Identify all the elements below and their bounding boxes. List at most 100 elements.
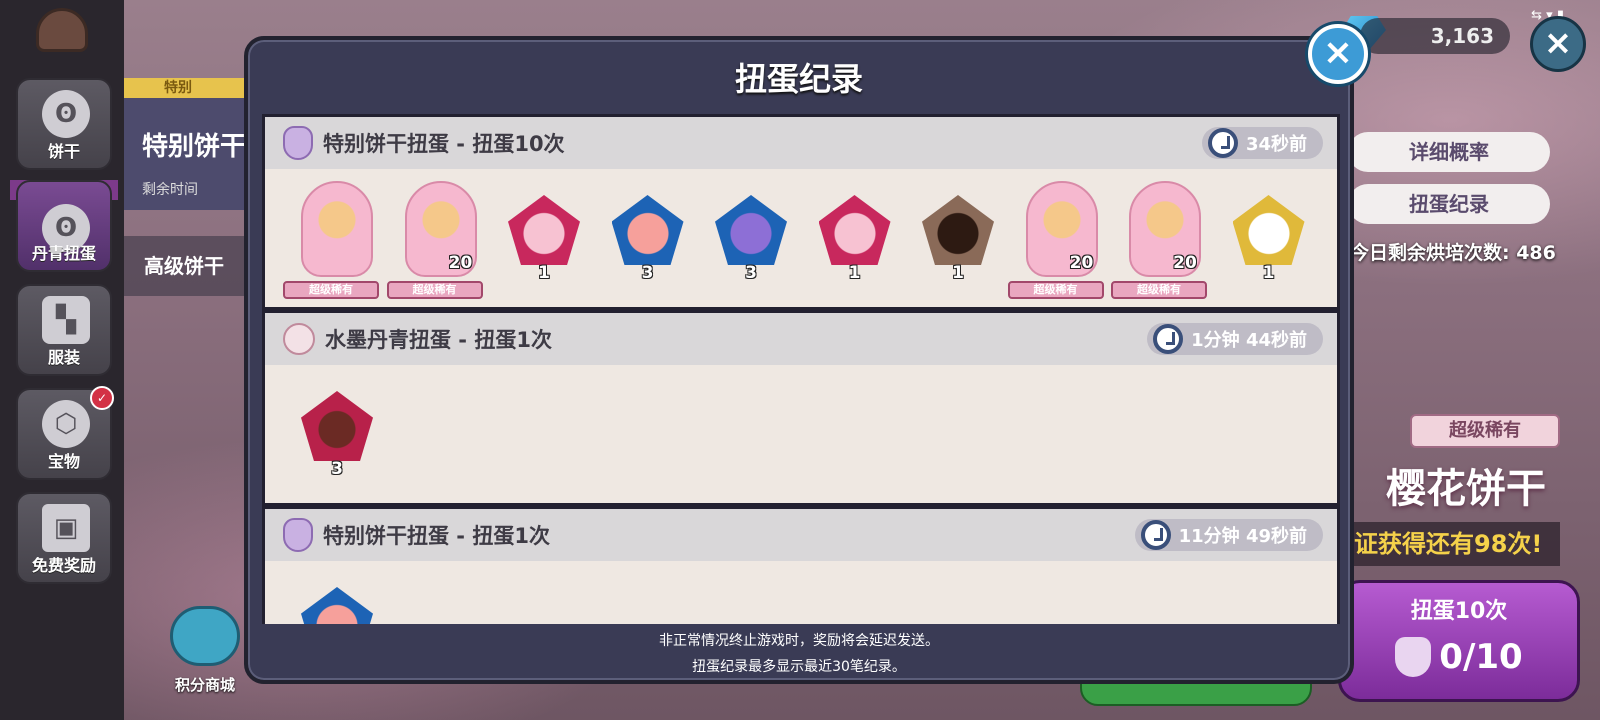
record-time-text: 1分钟 44秒前 (1191, 330, 1307, 351)
sidebar-item-label: 丹青扭蛋 (31, 244, 96, 263)
reward-cookie[interactable]: 20 超级稀有 (1007, 181, 1112, 301)
soulstone-gem-icon (301, 391, 373, 461)
reward-soulstone[interactable] (287, 573, 387, 624)
cookie-face-icon: ʘ (42, 90, 90, 138)
reward-cookie[interactable]: 20 超级稀有 (1111, 181, 1215, 301)
rarity-tag: 超级稀有 (1111, 281, 1207, 299)
rarity-tag: 超级稀有 (1007, 281, 1104, 299)
close-icon[interactable]: × (1530, 16, 1586, 72)
sidebar-item-cookies[interactable]: ʘ 饼干 (16, 78, 112, 170)
record-title: 特别饼干扭蛋 - 扭蛋10次 (323, 132, 565, 156)
reward-cookie[interactable]: 20 超级稀有 (386, 181, 491, 301)
reward-soulstone[interactable]: 1 (908, 181, 1008, 301)
reward-quantity: 1 (952, 263, 964, 283)
shirt-icon: ▚ (42, 296, 90, 344)
modal-close-icon[interactable]: × (1308, 24, 1368, 84)
reward-quantity: 1 (848, 263, 861, 283)
guarantee-counter: 证获得还有98次! (1348, 522, 1560, 566)
reward-soulstone[interactable]: 3 (701, 181, 801, 301)
modal-footer: 非正常情况终止游戏时，奖励将会延迟发送。 扭蛋纪录最多显示最近30笔纪录。 (248, 624, 1350, 676)
record-time-text: 11分钟 49秒前 (1178, 526, 1307, 547)
gacha-log-button[interactable]: 扭蛋纪录 (1348, 184, 1550, 224)
sidebar-item-ink-gacha[interactable]: ʘ 丹青扭蛋 (16, 180, 112, 272)
gacha-ticket-icon (283, 518, 313, 552)
gacha-ticket-icon (1395, 637, 1432, 677)
featured-cookie-name: 樱花饼干 (1386, 466, 1546, 512)
record-header: 特别饼干扭蛋 - 扭蛋10次 34秒前 (265, 117, 1337, 169)
gacha-log-modal: 扭蛋纪录 特别饼干扭蛋 - 扭蛋10次 34秒前 超级稀有 20 超级稀有 1 3 3 1 1… (244, 36, 1354, 684)
reward-quantity: 3 (641, 263, 654, 283)
record-time-text: 34秒前 (1245, 134, 1307, 155)
footer-notice-1: 非正常情况终止游戏时，奖励将会延迟发送。 (659, 633, 939, 649)
reward-soulstone[interactable]: 3 (598, 181, 698, 301)
record-time: 34秒前 (1201, 127, 1323, 159)
soulstone-gem-icon (1232, 195, 1305, 265)
pull-10-button[interactable]: 扭蛋10次 0/10 (1338, 580, 1580, 702)
crystal-count: 3,163 (1360, 18, 1510, 54)
reward-quantity: 20 (1173, 253, 1197, 273)
sidebar-item-costumes[interactable]: ▚ 服装 (16, 284, 112, 376)
footer-notice-2: 扭蛋纪录最多显示最近30笔纪录。 (692, 659, 906, 675)
sidebar-item-label: 宝物 (47, 452, 80, 471)
record-items: 3 (265, 365, 1337, 505)
detail-rates-button[interactable]: 详细概率 (1348, 132, 1550, 172)
reward-quantity: 3 (331, 459, 343, 479)
reward-quantity: 1 (538, 263, 550, 283)
record-title: 水墨丹青扭蛋 - 扭蛋1次 (325, 328, 552, 352)
pull-count: 0/10 (1439, 637, 1523, 677)
reward-soulstone[interactable]: 1 (494, 181, 594, 301)
soulstone-gem-icon (715, 195, 787, 265)
reward-quantity: 20 (1069, 253, 1094, 273)
record-items (265, 561, 1337, 624)
premium-cookie-panel[interactable]: 高级饼干 (124, 236, 254, 296)
record-title: 特别饼干扭蛋 - 扭蛋1次 (323, 524, 550, 548)
ink-flower-icon (283, 323, 315, 355)
gift-icon: ▣ (42, 504, 90, 552)
points-shop-label: 积分商城 (174, 676, 235, 694)
clock-icon (1153, 324, 1184, 354)
pig-icon (170, 606, 240, 666)
clock-icon (1207, 128, 1238, 158)
sidebar-item-free-rewards[interactable]: ▣ 免费奖励 (16, 492, 112, 584)
gacha-record: 特别饼干扭蛋 - 扭蛋1次 11分钟 49秒前 (262, 506, 1340, 624)
reward-quantity: 1 (1262, 263, 1275, 283)
soulstone-gem-icon (611, 195, 684, 265)
soulstone-gem-icon (818, 195, 891, 265)
reward-cookie[interactable]: 超级稀有 (283, 181, 387, 301)
reward-quantity: 3 (745, 263, 757, 283)
record-time: 1分钟 44秒前 (1147, 323, 1323, 355)
gacha-record: 水墨丹青扭蛋 - 扭蛋1次 1分钟 44秒前 3 (262, 310, 1340, 506)
rarity-tag: 超级稀有 (283, 281, 379, 299)
oven-icon[interactable] (36, 8, 88, 52)
pull-label: 扭蛋10次 (1410, 599, 1508, 624)
reward-quantity: 20 (448, 253, 473, 273)
remaining-time-label: 剩余时间 (142, 182, 198, 198)
notification-heart-icon: ✓ (90, 386, 114, 410)
cherry-blossom-cookie-icon (301, 181, 373, 277)
gacha-record: 特别饼干扭蛋 - 扭蛋10次 34秒前 超级稀有 20 超级稀有 1 3 3 1 1 20 超级稀… (262, 114, 1340, 310)
sidebar-item-label: 饼干 (47, 142, 80, 161)
record-header: 水墨丹青扭蛋 - 扭蛋1次 1分钟 44秒前 (265, 313, 1337, 365)
sidebar: ʘ 饼干 活动 ʘ 丹青扭蛋 ▚ 服装 ⬡ 宝物 ✓ ▣ 免费奖励 (0, 0, 124, 720)
special-banner-tag: 特别 (124, 78, 254, 98)
panel-title: 特别饼干 (142, 132, 247, 162)
sidebar-item-label: 服装 (47, 348, 80, 367)
gacha-log-list[interactable]: 特别饼干扭蛋 - 扭蛋10次 34秒前 超级稀有 20 超级稀有 1 3 3 1 1 20 超级稀… (262, 114, 1340, 624)
gacha-ticket-icon (283, 126, 313, 160)
record-time: 11分钟 49秒前 (1134, 519, 1323, 551)
special-cookie-panel[interactable]: 特别饼干 剩余时间 (124, 98, 254, 210)
reward-soulstone[interactable]: 1 (1219, 181, 1319, 301)
rarity-tag: 超级稀有 (386, 281, 483, 299)
reward-soulstone[interactable]: 3 (287, 377, 387, 497)
hexagon-icon: ⬡ (42, 400, 90, 448)
record-items: 超级稀有 20 超级稀有 1 3 3 1 1 20 超级稀有 20 超级稀有 1 (265, 169, 1337, 309)
clock-icon (1140, 520, 1171, 550)
soulstone-gem-icon (922, 195, 994, 265)
soulstone-gem-icon (508, 195, 580, 265)
soulstone-gem-icon (301, 587, 373, 624)
modal-title: 扭蛋纪录 (734, 60, 863, 98)
rarity-badge: 超级稀有 (1410, 414, 1560, 448)
daily-remaining-count: 今日剩余烘培次数: 486 (1350, 242, 1556, 264)
reward-soulstone[interactable]: 1 (805, 181, 905, 301)
sidebar-item-label: 免费奖励 (31, 556, 96, 575)
